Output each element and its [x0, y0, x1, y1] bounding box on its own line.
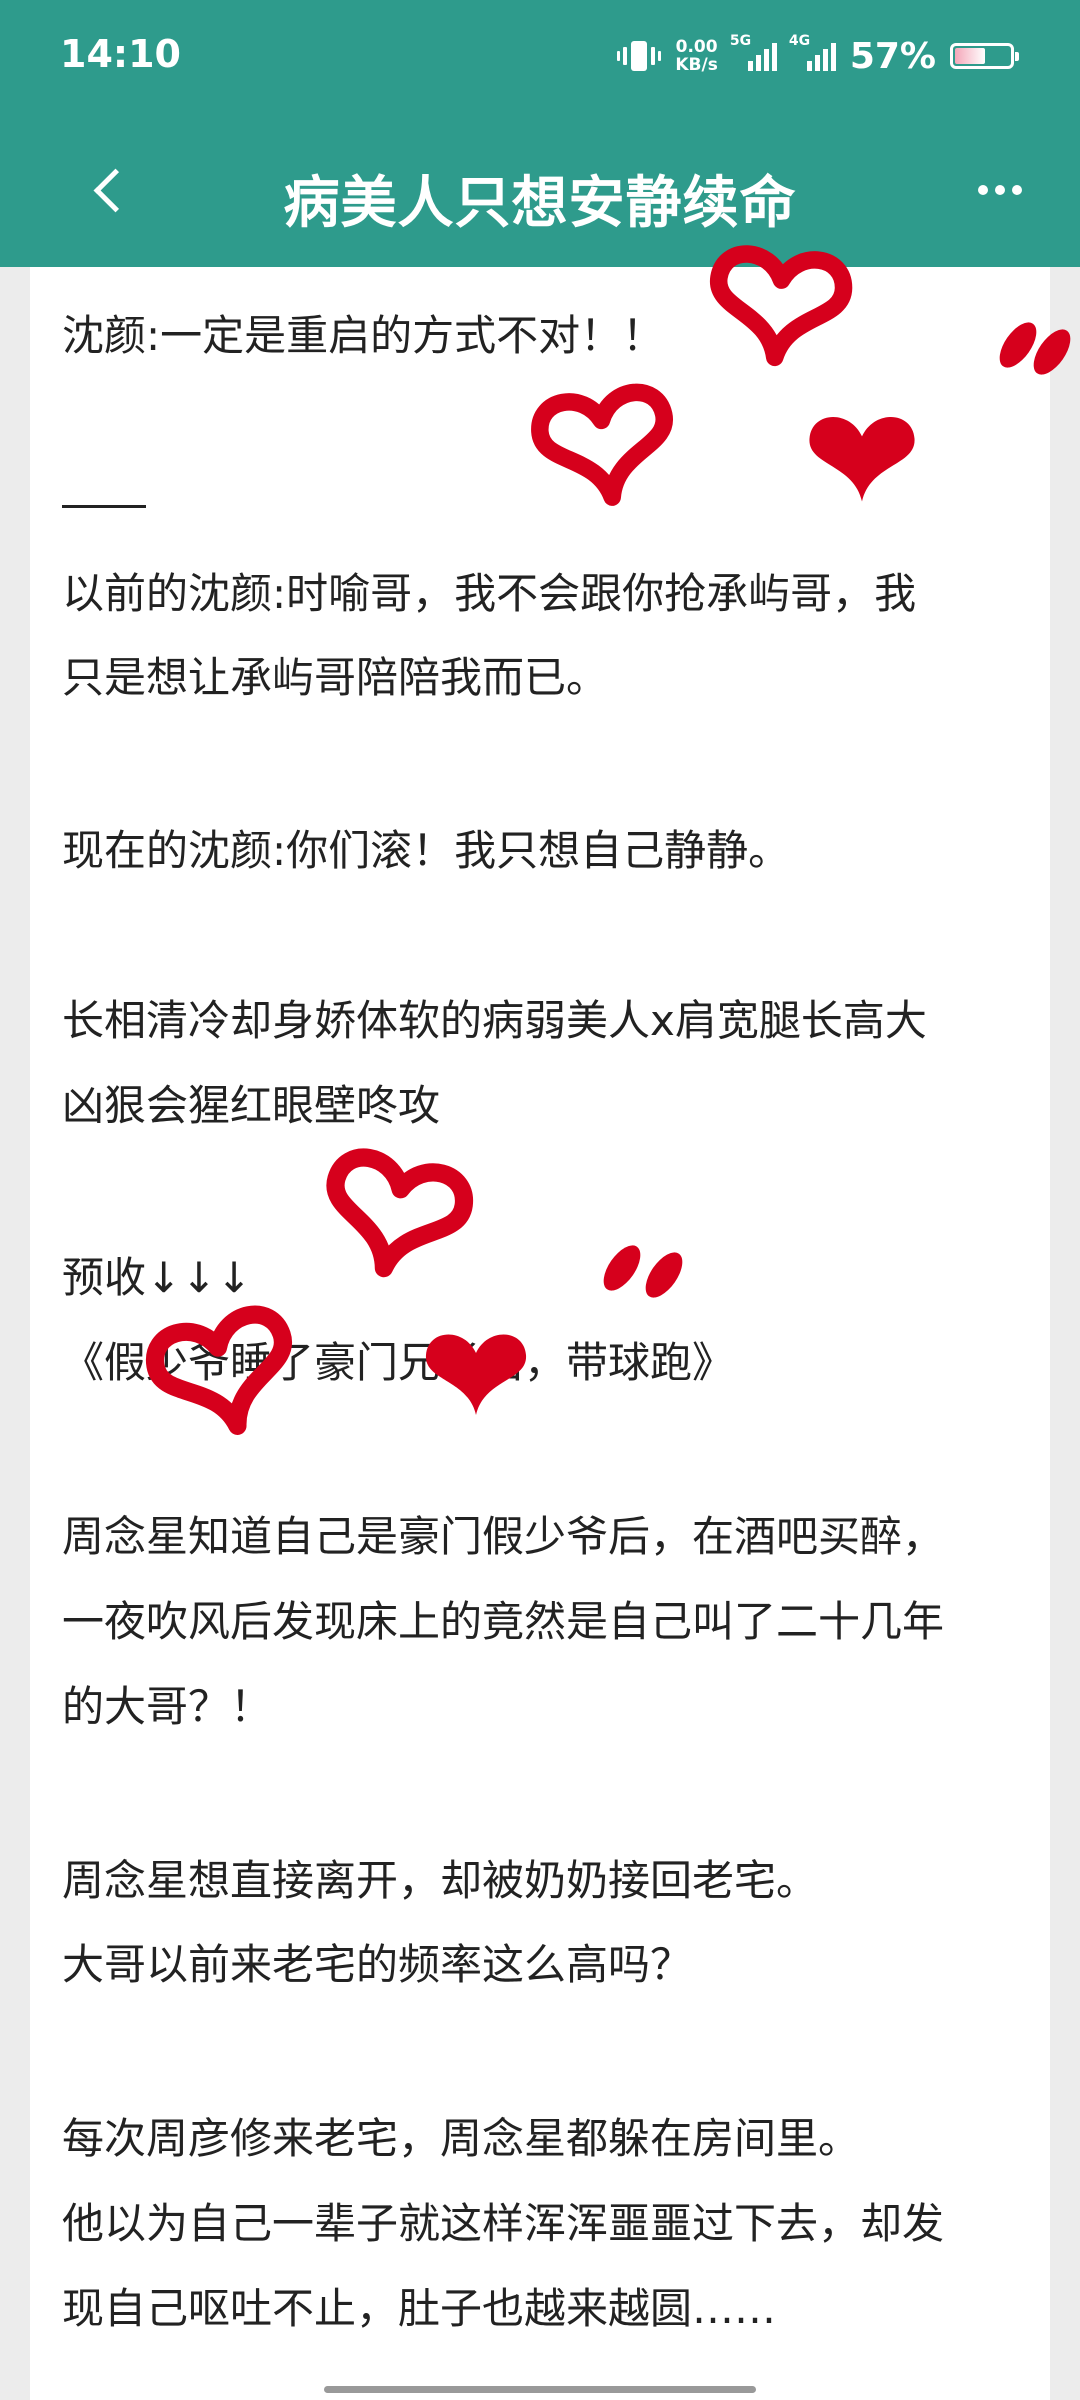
text-line: 的大哥？！	[62, 1682, 273, 1731]
text-line: 一夜吹风后发现床上的竟然是自己叫了二十几年	[62, 1597, 945, 1646]
text-line: 长相清冷却身娇体软的病弱美人x肩宽腿长高大	[62, 996, 927, 1045]
net-speed-value: 0.00	[675, 37, 718, 57]
signal-5g-icon: 5G	[730, 33, 777, 71]
text-line: 他以为自己一辈子就这样浑浑噩噩过下去，却发	[62, 2199, 945, 2248]
net-speed-unit: KB/s	[675, 55, 718, 75]
status-time: 14:10	[60, 32, 181, 76]
net-speed: 0.00 KB/s	[675, 38, 717, 74]
signal-4g-icon: 4G	[789, 33, 836, 71]
text-line: 《假少爷睡了豪门兄长后，带球跑》	[62, 1338, 735, 1387]
more-dot	[978, 185, 988, 195]
more-dot	[1012, 185, 1022, 195]
text-line: 大哥以前来老宅的频率这么高吗？	[62, 1940, 693, 1989]
battery-percent: 57%	[849, 35, 936, 77]
more-button[interactable]	[970, 165, 1030, 215]
sim1-type: 5G	[729, 33, 752, 49]
home-indicator	[324, 2386, 756, 2393]
app-bar: 病美人只想安静续命	[0, 115, 1080, 267]
text-line: 每次周彦修来老宅，周念星都躲在房间里。	[62, 2114, 861, 2163]
text-line: 只是想让承屿哥陪陪我而已。	[62, 653, 609, 702]
text-line: 沈颜:一定是重启的方式不对！！	[62, 311, 665, 360]
more-dot	[995, 185, 1005, 195]
vibrate-icon	[617, 41, 662, 71]
page-title: 病美人只想安静续命	[283, 171, 797, 236]
text-line: 预收↓↓↓	[62, 1253, 252, 1302]
text-line: 现在的沈颜:你们滚！我只想自己静静。	[62, 826, 791, 875]
section-divider	[62, 505, 146, 508]
text-line: 周念星知道自己是豪门假少爷后，在酒吧买醉，	[62, 1512, 945, 1561]
status-icons: 0.00 KB/s 5G 4G 57%	[617, 26, 1019, 86]
text-line: 以前的沈颜:时喻哥，我不会跟你抢承屿哥，我	[62, 569, 917, 618]
status-bar: 14:10 0.00 KB/s 5G 4G 57%	[0, 0, 1080, 115]
sim2-type: 4G	[788, 33, 811, 49]
battery-icon	[950, 43, 1019, 69]
text-line: 凶狠会猩红眼壁咚攻	[62, 1081, 441, 1130]
text-line: 现自己呕吐不止，肚子也越来越圆……	[62, 2284, 777, 2333]
text-line: 周念星想直接离开，却被奶奶接回老宅。	[62, 1856, 819, 1905]
chapter-content[interactable]: 沈颜:一定是重启的方式不对！！ 以前的沈颜:时喻哥，我不会跟你抢承屿哥，我 只是…	[30, 267, 1050, 2400]
